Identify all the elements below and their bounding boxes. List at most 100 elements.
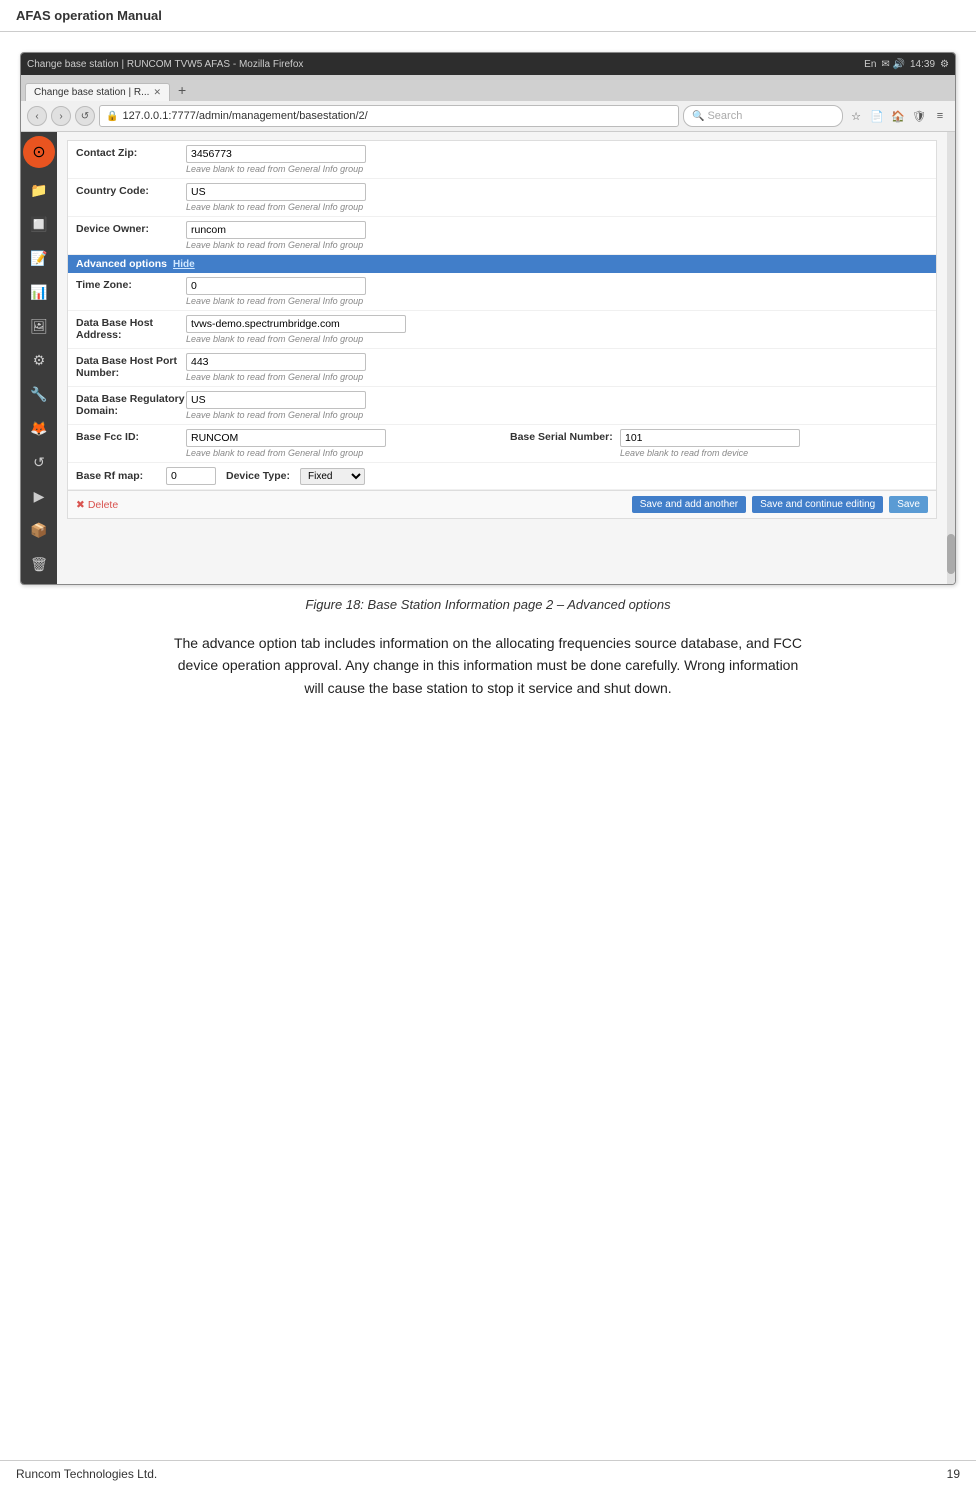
os-topbar-title: Change base station | RUNCOM TVW5 AFAS -… (27, 59, 303, 70)
device-type-select[interactable]: Fixed Mode_1 Mode_2 (300, 468, 365, 485)
time-zone-field-group: Leave blank to read from General Info gr… (186, 277, 928, 306)
shield-icon[interactable]: 🛡 (910, 107, 928, 125)
device-owner-label: Device Owner: (76, 221, 186, 235)
search-icon: 🔍 (692, 111, 704, 122)
document-body: Change base station | RUNCOM TVW5 AFAS -… (0, 32, 976, 719)
back-button[interactable]: ‹ (27, 106, 47, 126)
scrollbar[interactable] (947, 132, 955, 584)
db-host-address-row: Data Base Host Address: Leave blank to r… (68, 311, 936, 349)
base-rf-map-input[interactable] (166, 467, 216, 485)
body-text: The advance option tab includes informat… (148, 632, 828, 699)
sidebar-item-ubuntu[interactable]: ⊙ (23, 136, 55, 168)
db-regulatory-hint: Leave blank to read from General Info gr… (186, 410, 928, 420)
forward-button[interactable]: › (51, 106, 71, 126)
contact-zip-row: Contact Zip: Leave blank to read from Ge… (68, 141, 936, 179)
db-port-label: Data Base Host Port Number: (76, 353, 186, 379)
search-bar[interactable]: 🔍 Search (683, 105, 843, 127)
reload-button[interactable]: ↺ (75, 106, 95, 126)
device-owner-field-group: Leave blank to read from General Info gr… (186, 221, 928, 250)
db-regulatory-input[interactable] (186, 391, 366, 409)
base-serial-hint: Leave blank to read from device (620, 448, 928, 458)
sidebar-item-terminal[interactable]: ▶ (23, 480, 55, 512)
db-port-hint: Leave blank to read from General Info gr… (186, 372, 928, 382)
db-host-address-label: Data Base Host Address: (76, 315, 186, 341)
trash-icon: 🗑 (30, 556, 48, 573)
home-icon[interactable]: 🏠 (889, 107, 907, 125)
form-footer: ✖ Delete Save and add another Save and c… (68, 490, 936, 518)
device-owner-row: Device Owner: Leave blank to read from G… (68, 217, 936, 255)
sidebar-item-package[interactable]: 📦 (23, 514, 55, 546)
browser-nav: ‹ › ↺ 🔒 127.0.0.1:7777/admin/management/… (21, 101, 955, 132)
save-add-button[interactable]: Save and add another (632, 496, 746, 513)
base-fcc-input[interactable] (186, 429, 386, 447)
db-host-address-input[interactable] (186, 315, 406, 333)
sidebar-item-image[interactable]: 🖼 (23, 310, 55, 342)
db-regulatory-field-group: Leave blank to read from General Info gr… (186, 391, 928, 420)
browser-window: Change base station | RUNCOM TVW5 AFAS -… (20, 52, 956, 585)
time-zone-hint: Leave blank to read from General Info gr… (186, 296, 928, 306)
device-owner-input[interactable] (186, 221, 366, 239)
os-topbar-left: Change base station | RUNCOM TVW5 AFAS -… (27, 59, 303, 70)
footer-page: 19 (947, 1467, 960, 1481)
base-serial-field-group: Leave blank to read from device (620, 429, 928, 458)
tab-close-icon[interactable]: ✕ (153, 87, 161, 98)
base-fcc-hint: Leave blank to read from General Info gr… (186, 448, 494, 458)
terminal-icon: ▶ (34, 488, 45, 505)
files-icon: 📁 (30, 182, 47, 199)
save-continue-button[interactable]: Save and continue editing (752, 496, 883, 513)
os-lang: En (864, 59, 876, 70)
country-code-hint: Leave blank to read from General Info gr… (186, 202, 928, 212)
time-zone-row: Time Zone: Leave blank to read from Gene… (68, 273, 936, 311)
time-zone-input[interactable] (186, 277, 366, 295)
contact-zip-field-group: Leave blank to read from General Info gr… (186, 145, 928, 174)
sidebar-item-files[interactable]: 📁 (23, 174, 55, 206)
os-gear-icon: ⚙ (940, 59, 949, 70)
delete-button[interactable]: ✖ Delete (76, 499, 118, 511)
os-topbar-right: En ✉ 🔊 14:39 ⚙ (864, 59, 949, 70)
ubuntu-icon: ⊙ (32, 142, 45, 162)
star-icon[interactable]: ☆ (847, 107, 865, 125)
sidebar-item-firefox[interactable]: 🦊 (23, 412, 55, 444)
base-serial-col: Base Serial Number: Leave blank to read … (502, 425, 936, 463)
form-section: Contact Zip: Leave blank to read from Ge… (67, 140, 937, 519)
sidebar-item-settings[interactable]: ⚙ (23, 344, 55, 376)
search-placeholder: Search (707, 110, 742, 122)
sidebar-item-text[interactable]: 📝 (23, 242, 55, 274)
settings-icon: ⚙ (33, 352, 46, 369)
advanced-options-label: Advanced options (76, 258, 167, 270)
sidebar-item-tools[interactable]: 🔧 (23, 378, 55, 410)
calc-icon: 📊 (30, 284, 47, 301)
os-time: 14:39 (910, 59, 935, 70)
sidebar-item-trash[interactable]: 🗑 (23, 548, 55, 580)
contact-zip-input[interactable] (186, 145, 366, 163)
document-title: AFAS operation Manual (16, 8, 162, 23)
dash-icon: 🔲 (30, 216, 47, 233)
menu-icon[interactable]: ≡ (931, 107, 949, 125)
os-icons: ✉ 🔊 (881, 59, 905, 70)
address-bar[interactable]: 🔒 127.0.0.1:7777/admin/management/basest… (99, 105, 679, 127)
sidebar-item-calc[interactable]: 📊 (23, 276, 55, 308)
address-text: 127.0.0.1:7777/admin/management/basestat… (122, 110, 367, 122)
db-port-input[interactable] (186, 353, 366, 371)
base-fcc-col: Base Fcc ID: Leave blank to read from Ge… (68, 425, 502, 463)
advanced-hide-link[interactable]: Hide (173, 259, 195, 270)
scrollbar-thumb[interactable] (947, 534, 955, 574)
new-tab-button[interactable]: + (172, 79, 192, 101)
db-regulatory-row: Data Base Regulatory Domain: Leave blank… (68, 387, 936, 425)
base-serial-input[interactable] (620, 429, 800, 447)
admin-content: Contact Zip: Leave blank to read from Ge… (57, 132, 947, 584)
device-owner-hint: Leave blank to read from General Info gr… (186, 240, 928, 250)
nav-icons: ☆ 📄 🏠 🛡 ≡ (847, 107, 949, 125)
firefox-icon: 🦊 (30, 420, 47, 437)
country-code-input[interactable] (186, 183, 366, 201)
lock-icon: 🔒 (106, 111, 118, 122)
browser-tab-active[interactable]: Change base station | R... ✕ (25, 83, 170, 101)
bookmark-icon[interactable]: 📄 (868, 107, 886, 125)
delete-label: Delete (88, 499, 118, 511)
double-row: Base Fcc ID: Leave blank to read from Ge… (68, 425, 936, 463)
sidebar-item-dash[interactable]: 🔲 (23, 208, 55, 240)
delete-icon: ✖ (76, 499, 85, 511)
sidebar-item-refresh[interactable]: ↺ (23, 446, 55, 478)
image-icon: 🖼 (30, 318, 48, 335)
save-button[interactable]: Save (889, 496, 928, 513)
